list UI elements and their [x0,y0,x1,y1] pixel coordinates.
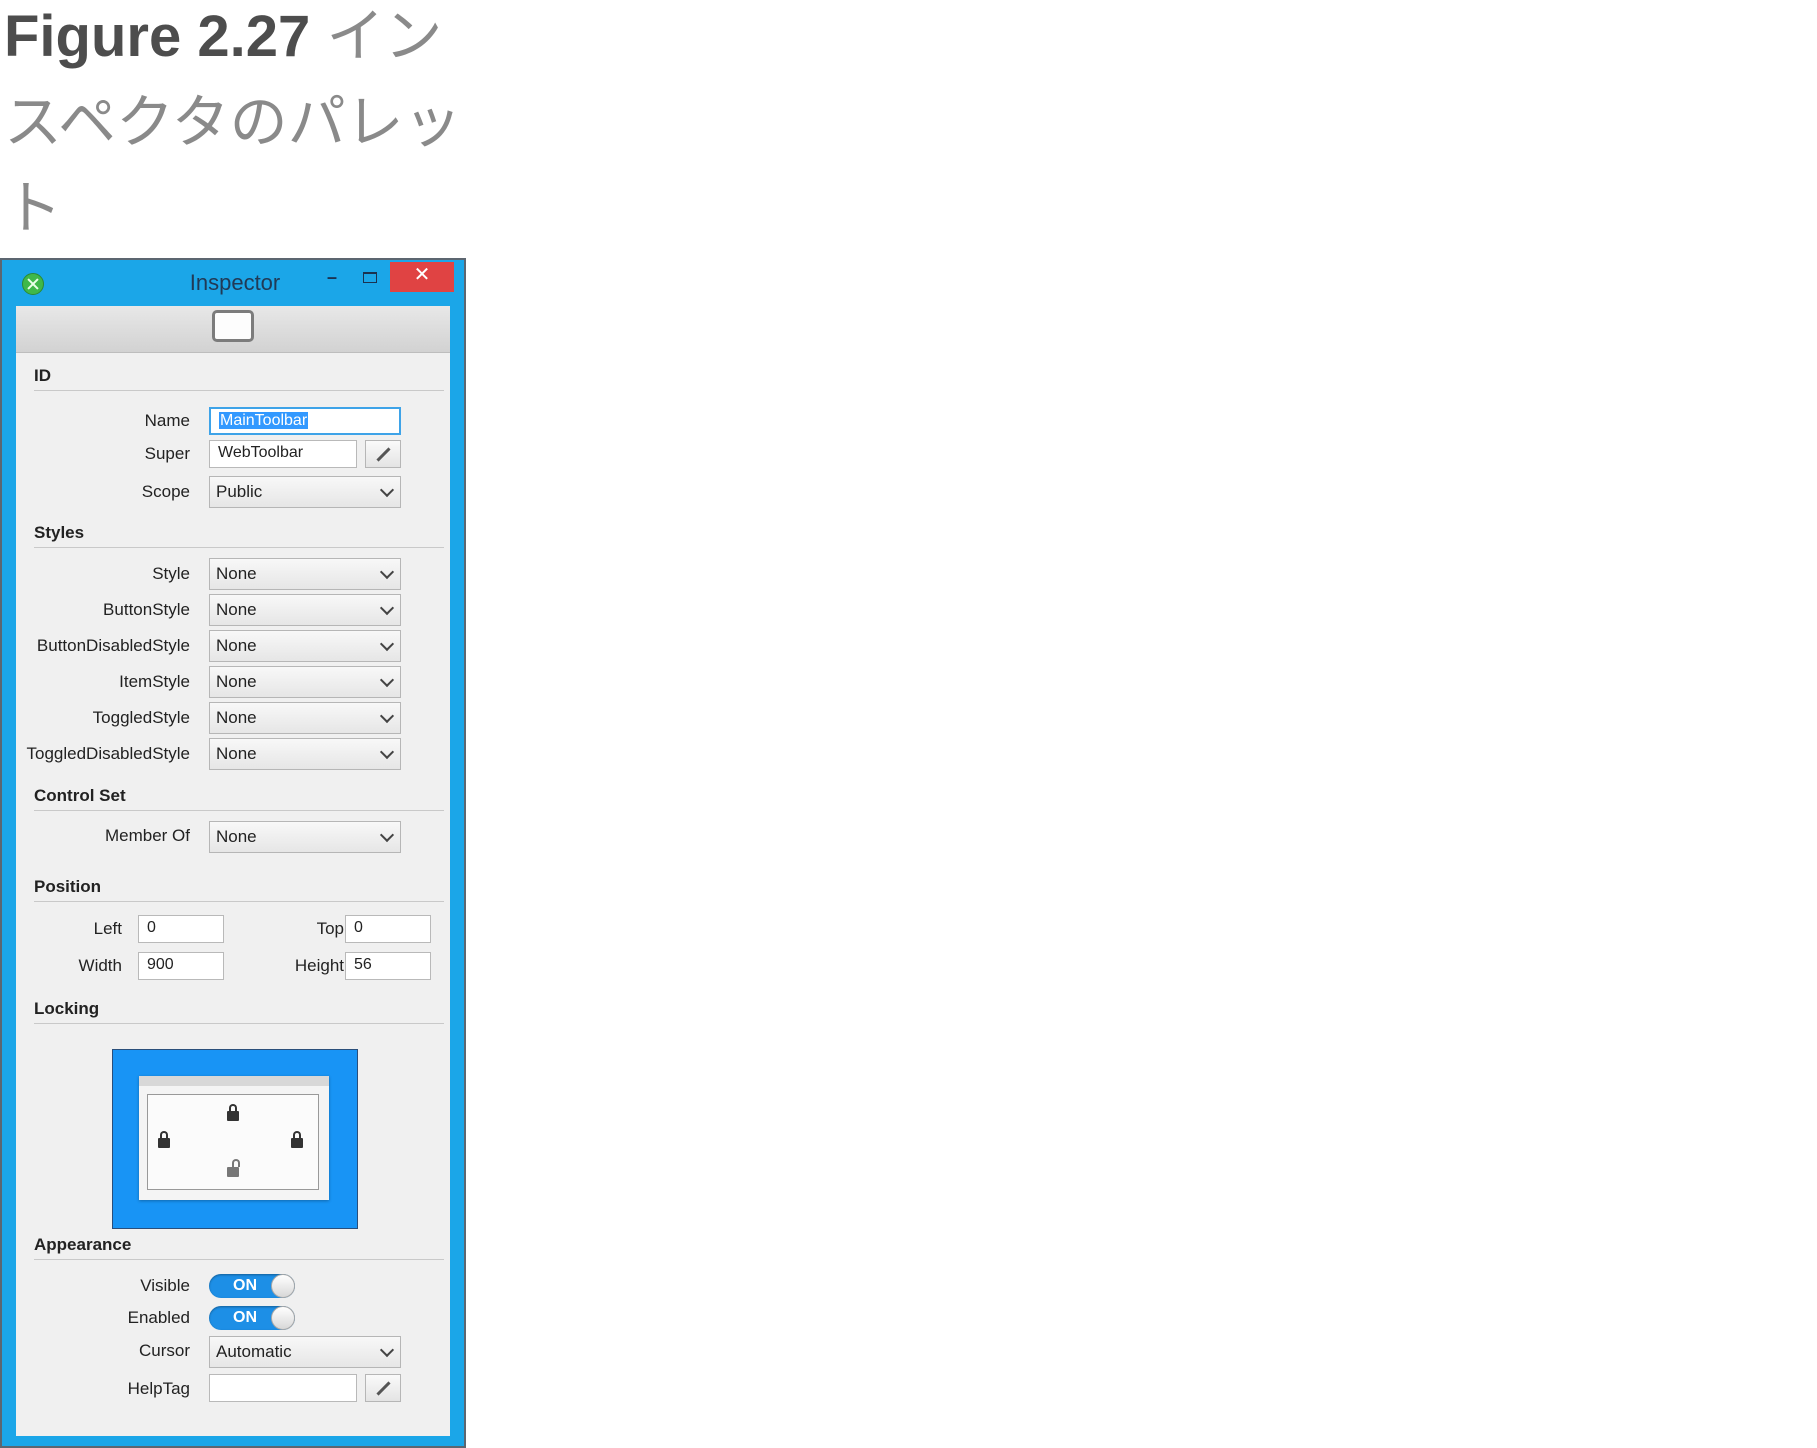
lock-top-icon[interactable] [227,1104,239,1121]
figure-number: Figure 2.27 [4,4,311,69]
control-outline [147,1094,319,1190]
chevron-down-icon [379,564,395,580]
cursor-label: Cursor [138,1341,190,1360]
buttonstyle-select[interactable]: None [209,594,401,626]
enabled-toggle[interactable]: ON [209,1306,295,1330]
locking-widget [112,1049,358,1229]
scope-select[interactable]: Public [209,476,401,508]
toggledstyle-value: None [216,708,257,727]
section-appearance-heading: Appearance [34,1235,444,1260]
chevron-down-icon [379,744,395,760]
section-control-set-heading: Control Set [34,786,444,811]
super-field[interactable]: WebToolbar [209,440,357,468]
itemstyle-value: None [216,672,257,691]
enabled-label: Enabled [127,1308,190,1327]
visible-label: Visible [140,1276,190,1295]
super-edit-button[interactable] [365,440,401,468]
super-label: Super [144,444,190,463]
helptag-field[interactable] [209,1374,357,1402]
minimize-button[interactable]: – [316,264,348,294]
toggleddisabledstyle-value: None [216,744,257,763]
section-id-heading: ID [34,366,444,391]
maximize-icon [363,272,377,283]
properties-tab-icon[interactable] [212,310,254,342]
inspector-toolbar [16,306,450,353]
chevron-down-icon [379,1342,395,1358]
section-styles-heading: Styles [34,523,444,548]
close-button[interactable]: ✕ [390,262,454,292]
name-label: Name [144,411,190,430]
top-label: Top [316,919,344,938]
left-field[interactable]: 0 [138,915,224,943]
toggledstyle-select[interactable]: None [209,702,401,734]
name-value: MainToolbar [219,412,309,429]
chevron-down-icon [379,672,395,688]
close-icon: ✕ [413,264,431,286]
helptag-label: HelpTag [127,1379,190,1398]
inspector-panel: ID Name MainToolbar Super WebToolbar Sco… [16,306,450,1436]
scope-label: Scope [141,482,190,501]
cursor-select[interactable]: Automatic [209,1336,401,1368]
style-select[interactable]: None [209,558,401,590]
unlock-bottom-icon[interactable] [227,1159,240,1177]
buttondisabledstyle-select[interactable]: None [209,630,401,662]
height-label: Height [294,956,344,975]
style-label: Style [152,564,190,583]
height-field[interactable]: 56 [345,952,431,980]
top-field[interactable]: 0 [345,915,431,943]
scope-value: Public [216,482,263,501]
chevron-down-icon [379,708,395,724]
member-of-label: Member Of [104,826,190,845]
width-field[interactable]: 900 [138,952,224,980]
section-position-heading: Position [34,877,444,902]
helptag-edit-button[interactable] [365,1374,401,1402]
width-label: Width [78,956,122,975]
left-label: Left [93,919,122,938]
toggle-knob [271,1306,295,1330]
figure-caption: Figure 2.27 インスペクタのパレット [4,0,464,252]
style-value: None [216,564,257,583]
lock-right-icon[interactable] [291,1131,303,1148]
section-locking-heading: Locking [34,999,444,1024]
chevron-down-icon [379,636,395,652]
chevron-down-icon [379,482,395,498]
name-field[interactable]: MainToolbar [209,407,401,435]
toggleddisabledstyle-label: ToggledDisabledStyle [26,744,191,763]
inspector-window: Inspector – ✕ ID Name MainToolbar Super … [0,258,466,1448]
buttonstyle-value: None [216,600,257,619]
buttondisabledstyle-value: None [216,636,257,655]
member-of-select[interactable]: None [209,821,401,853]
cursor-value: Automatic [216,1342,292,1361]
buttonstyle-label: ButtonStyle [103,600,190,619]
toggle-knob [271,1274,295,1298]
itemstyle-label: ItemStyle [119,672,190,691]
toggledstyle-label: ToggledStyle [92,708,190,727]
visible-toggle[interactable]: ON [209,1274,295,1298]
locking-preview [139,1076,329,1200]
lock-left-icon[interactable] [158,1131,170,1148]
member-of-value: None [216,827,257,846]
itemstyle-select[interactable]: None [209,666,401,698]
maximize-button[interactable] [354,264,386,294]
toggleddisabledstyle-select[interactable]: None [209,738,401,770]
title-bar[interactable]: Inspector – ✕ [2,260,464,306]
enabled-state: ON [233,1309,257,1326]
visible-state: ON [233,1277,257,1294]
buttondisabledstyle-label: ButtonDisabledStyle [36,636,190,655]
chevron-down-icon [379,600,395,616]
chevron-down-icon [379,827,395,843]
